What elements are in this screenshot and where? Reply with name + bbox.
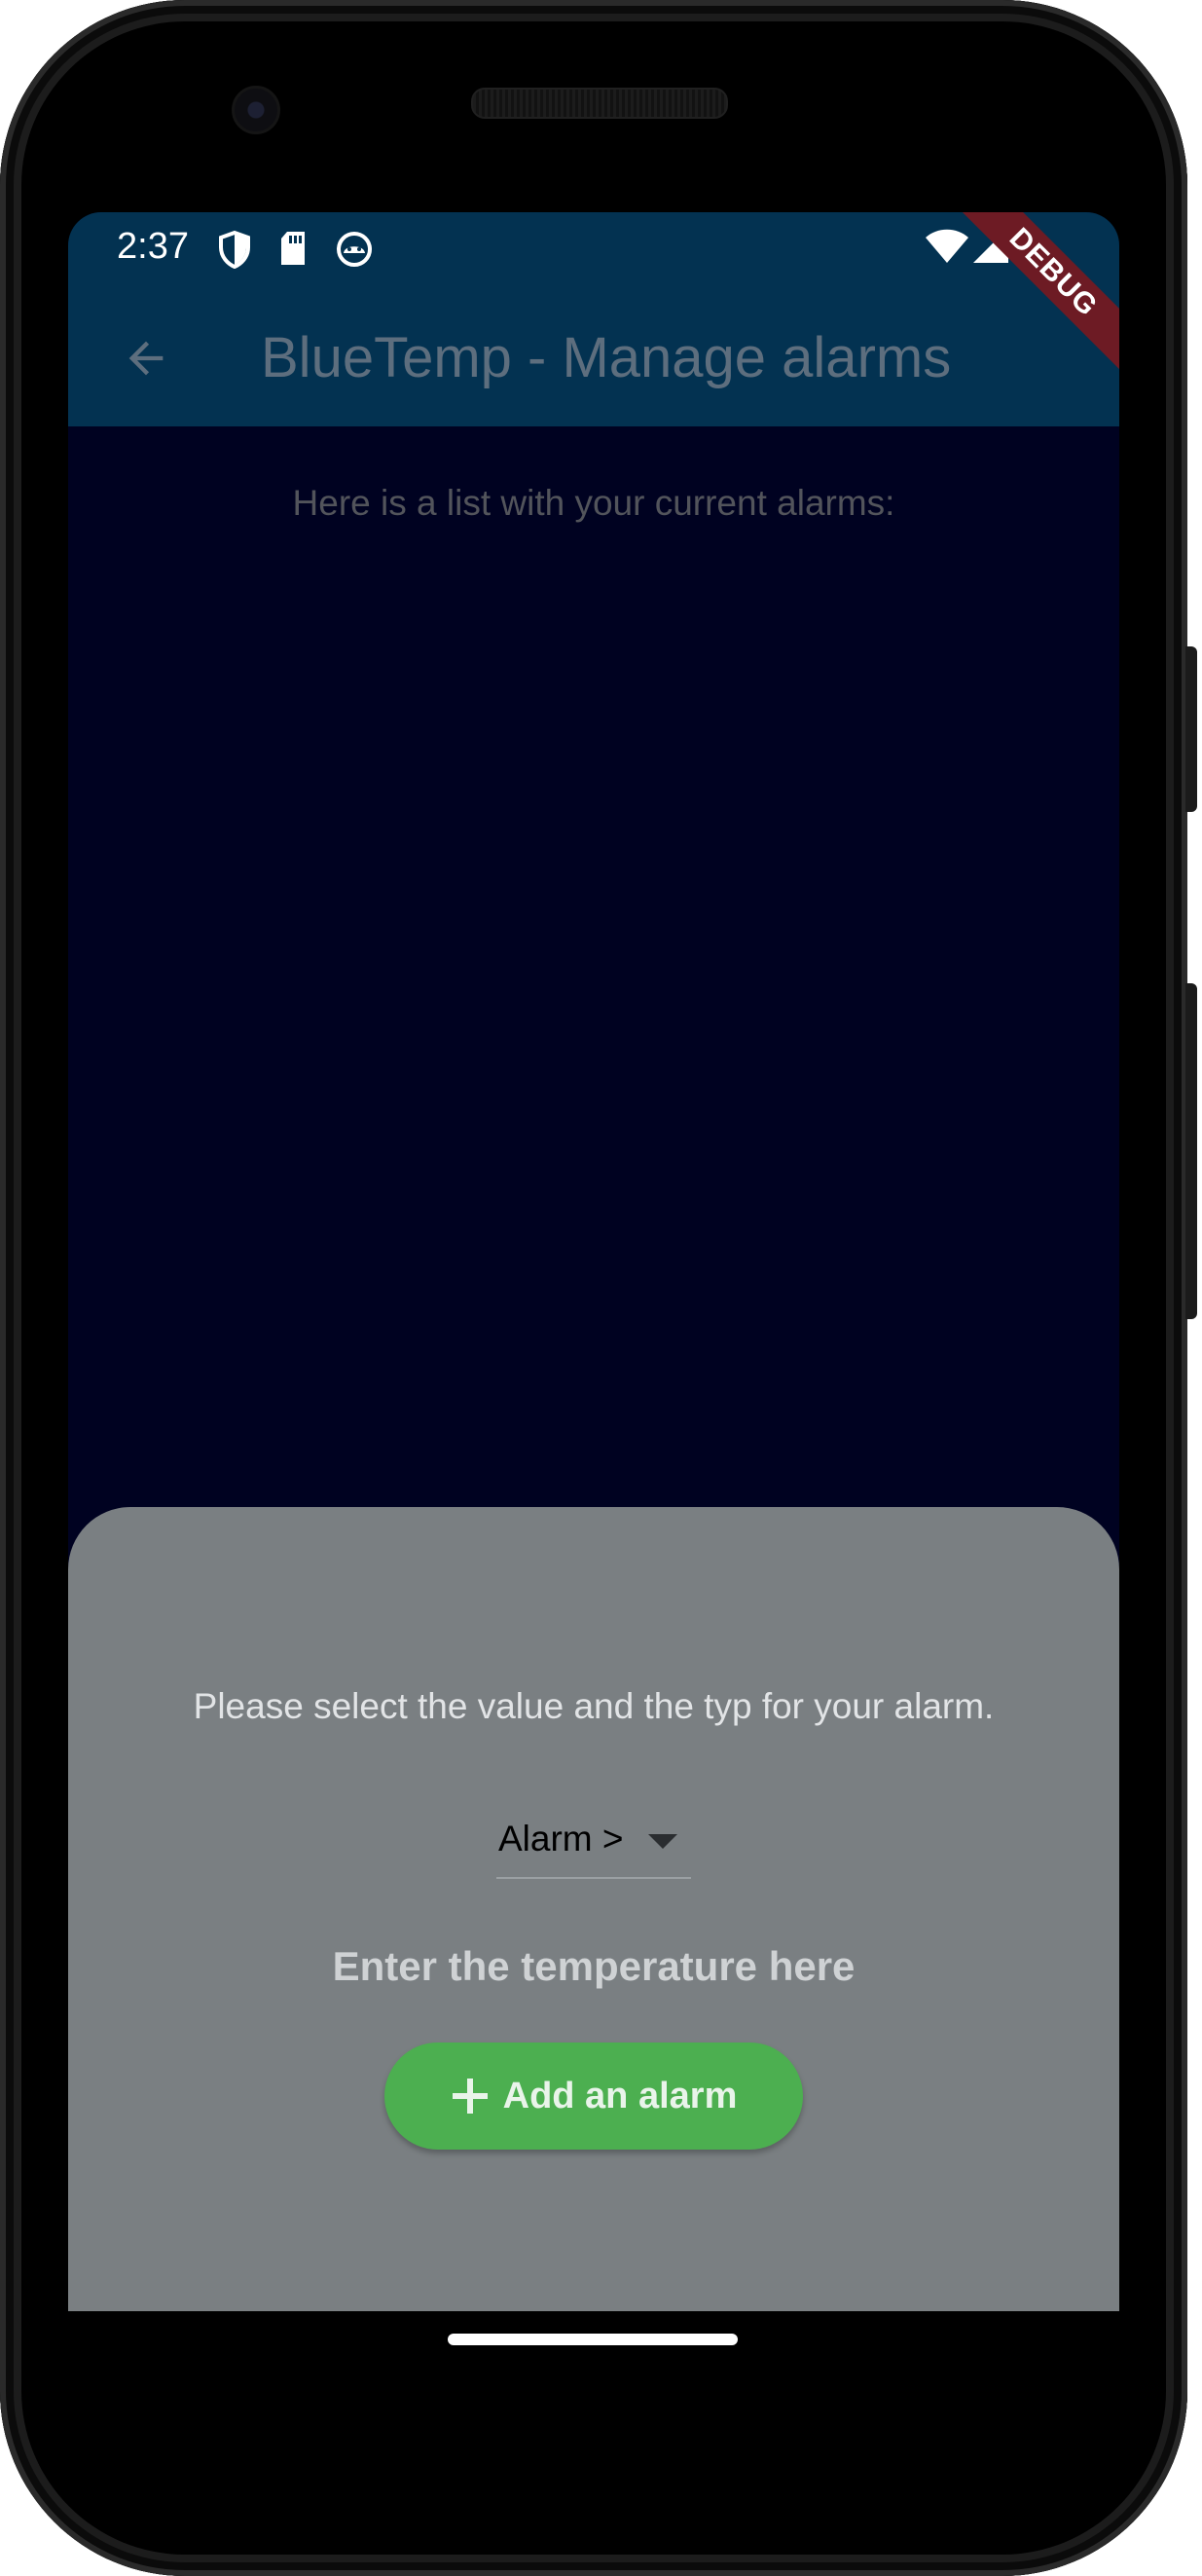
sheet-prompt: Please select the value and the typ for … — [193, 1686, 995, 1726]
alarm-type-dropdown[interactable]: Alarm > — [496, 1815, 691, 1879]
plus-icon — [452, 2079, 488, 2114]
back-button[interactable] — [107, 319, 185, 397]
add-alarm-button[interactable]: Add an alarm — [384, 2042, 803, 2150]
shield-icon — [218, 230, 251, 274]
alarm-list-caption: Here is a list with your current alarms: — [292, 483, 895, 523]
bottom-sheet: Please select the value and the typ for … — [68, 1507, 1119, 2311]
earpiece-speaker — [471, 88, 728, 119]
app-bar: BlueTemp - Manage alarms — [68, 290, 1119, 426]
screen: 2:37 BlueTemp - Manage alarms DEBUG Here… — [68, 212, 1119, 2311]
dropdown-arrow-icon — [648, 1834, 677, 1855]
phone-frame: 2:37 BlueTemp - Manage alarms DEBUG Here… — [0, 0, 1197, 2576]
front-camera — [232, 86, 280, 134]
arrow-back-icon — [128, 341, 164, 376]
volume-button — [1185, 983, 1197, 1319]
dropdown-selected-value: Alarm > — [498, 1819, 624, 1858]
power-button — [1185, 646, 1197, 812]
status-bar: 2:37 — [68, 212, 1119, 290]
wifi-icon — [925, 226, 969, 270]
add-alarm-label: Add an alarm — [502, 2075, 738, 2116]
status-time: 2:37 — [117, 226, 189, 267]
temperature-input[interactable]: Enter the temperature here — [68, 1943, 1119, 1990]
page-title: BlueTemp - Manage alarms — [261, 326, 952, 389]
sd-card-icon — [278, 230, 308, 272]
android-debug-icon — [335, 230, 374, 274]
home-indicator[interactable] — [448, 2334, 738, 2345]
